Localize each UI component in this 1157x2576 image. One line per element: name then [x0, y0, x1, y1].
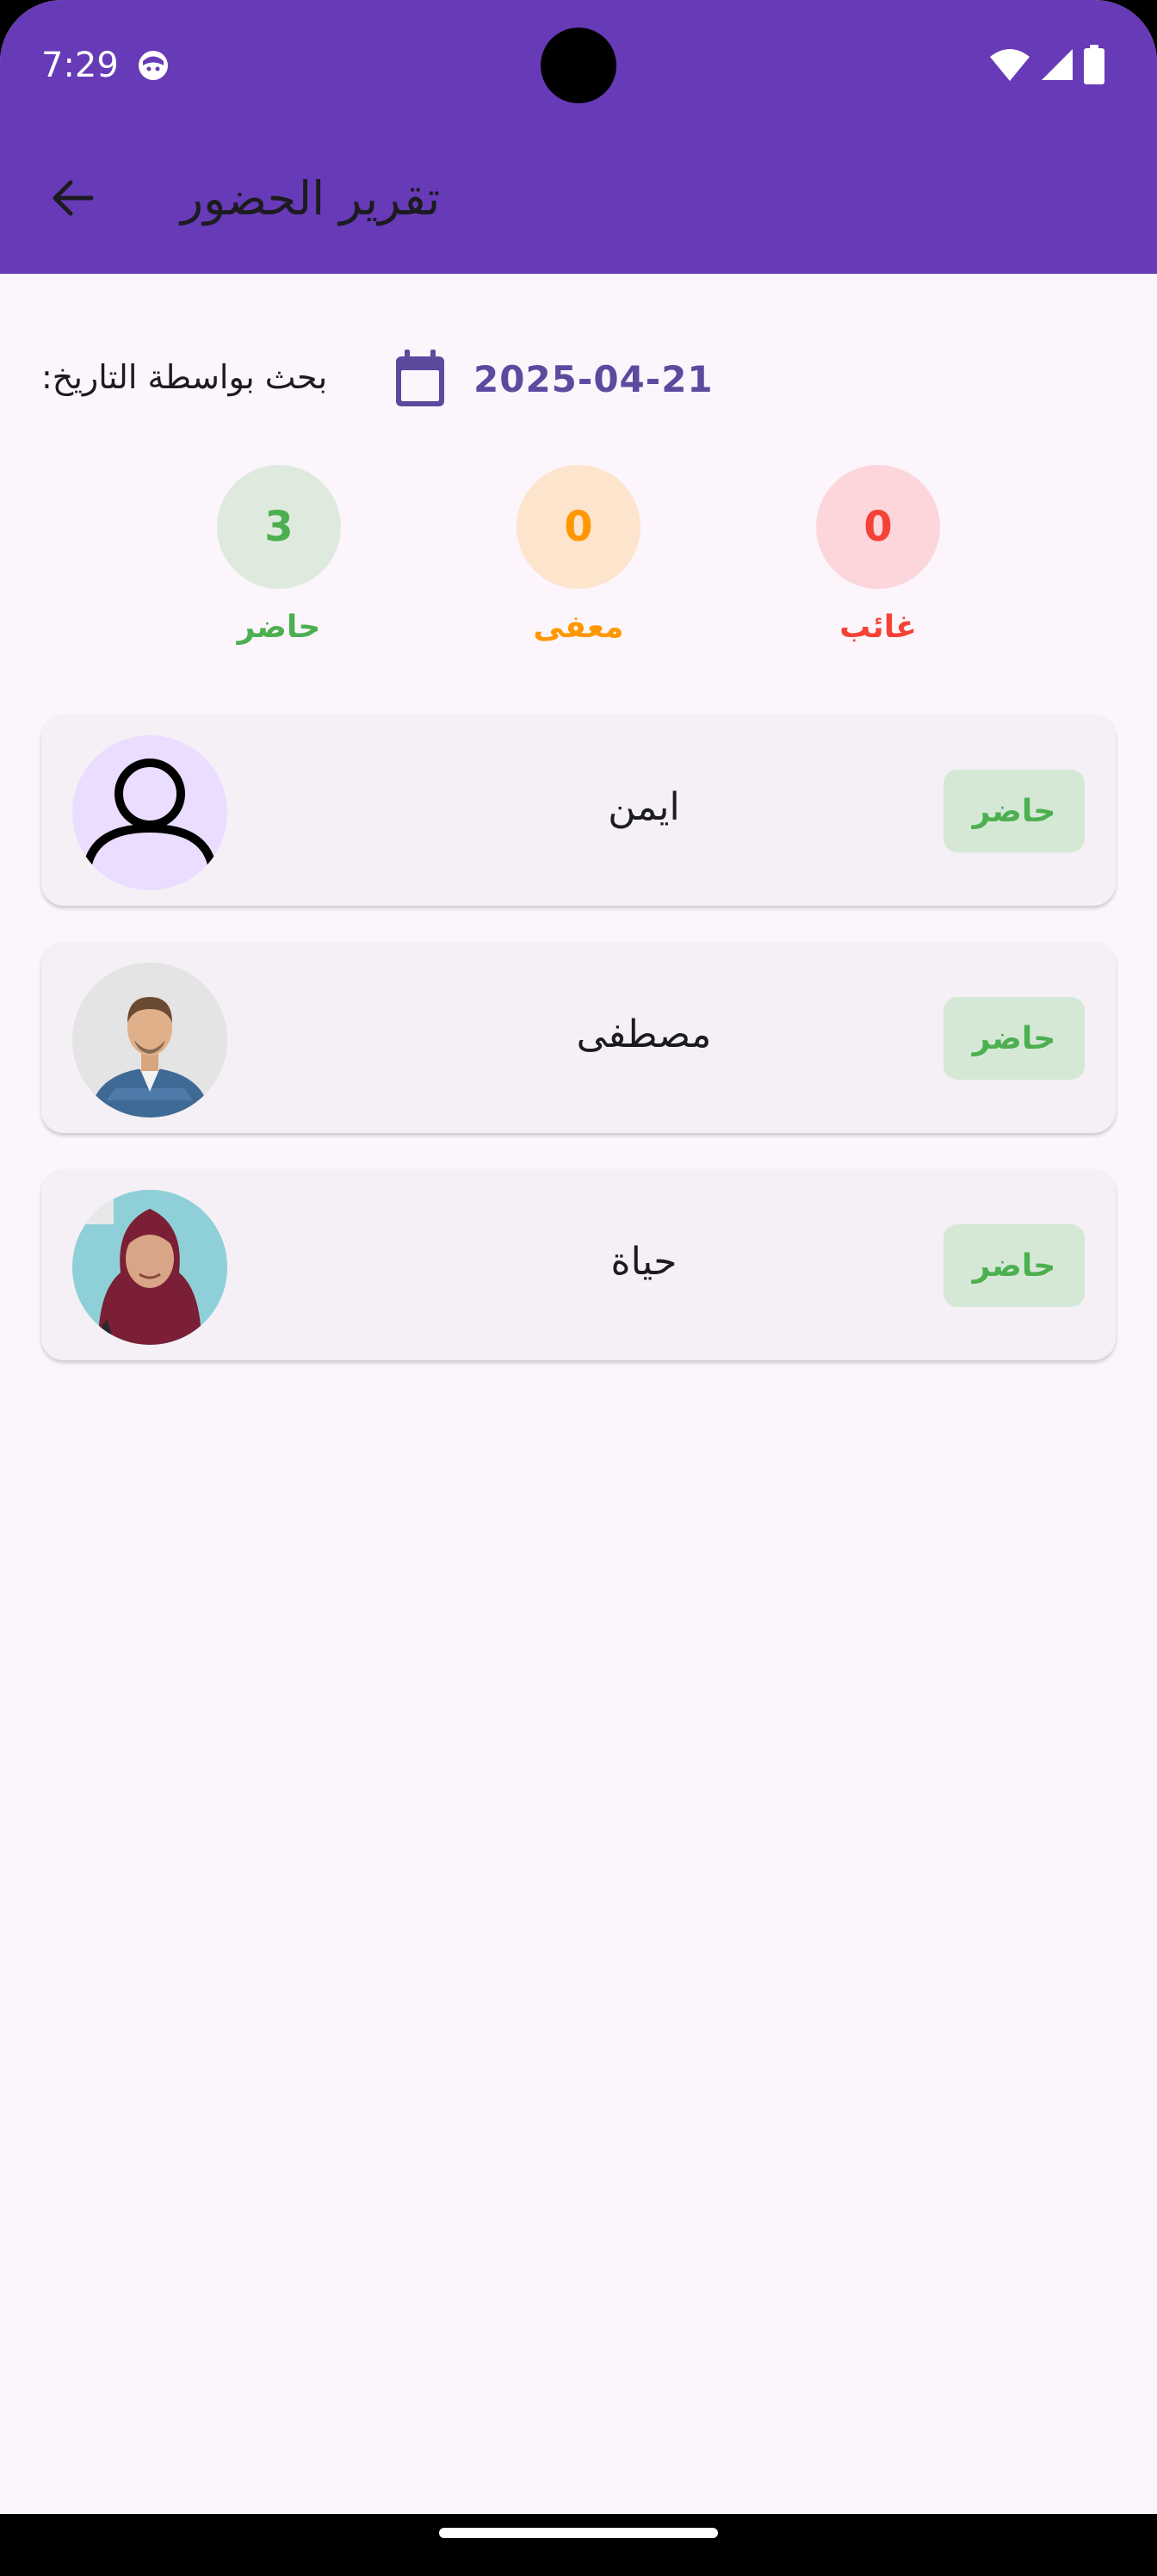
status-icons — [988, 43, 1105, 86]
arrow-back-icon — [53, 180, 94, 216]
excused-count: 0 — [517, 465, 640, 589]
avatar — [72, 735, 227, 890]
student-name: مصطفى — [576, 1012, 712, 1056]
search-by-date-label: بحث بواسطة التاريخ: — [41, 358, 328, 396]
avatar — [72, 1190, 227, 1345]
status-time: 7:29 — [41, 46, 119, 85]
selected-date: 2025-04-21 — [473, 357, 714, 400]
back-button[interactable] — [38, 164, 107, 232]
date-picker[interactable]: 2025-04-21 — [393, 344, 714, 413]
student-card[interactable]: مصطفى حاضر — [41, 942, 1116, 1133]
camera-cutout — [541, 28, 616, 103]
system-navigation-bar — [0, 2514, 1157, 2576]
summary-excused: 0 معفى — [492, 465, 665, 645]
wifi-icon — [990, 49, 1030, 81]
student-name: حياة — [610, 1240, 677, 1284]
man-photo-icon — [72, 963, 227, 1118]
status-badge[interactable]: حاضر — [944, 997, 1085, 1080]
person-icon — [84, 759, 216, 869]
avatar — [72, 963, 227, 1118]
status-badge[interactable]: حاضر — [944, 770, 1085, 852]
present-label: حاضر — [237, 610, 321, 645]
home-indicator[interactable] — [439, 2528, 718, 2538]
present-count: 3 — [217, 465, 341, 589]
absent-label: غائب — [839, 610, 917, 645]
attendance-report-screen: 7:29 تقرير الحضور بحث بواسطة التاريخ: 20… — [0, 0, 1157, 2576]
app-bar: 7:29 تقرير الحضور — [0, 0, 1157, 274]
excused-label: معفى — [533, 610, 624, 645]
status-badge[interactable]: حاضر — [944, 1224, 1085, 1307]
woman-hijab-photo-icon — [72, 1190, 227, 1345]
absent-count: 0 — [816, 465, 940, 589]
page-title: تقرير الحضور — [181, 171, 441, 226]
summary-present: 3 حاضر — [193, 465, 365, 645]
student-card[interactable]: ايمن حاضر — [41, 715, 1116, 906]
student-card[interactable]: حياة حاضر — [41, 1169, 1116, 1360]
battery-icon — [1084, 45, 1104, 84]
student-name: ايمن — [608, 785, 680, 829]
notification-app-icon — [136, 48, 170, 83]
calendar-icon — [396, 350, 444, 406]
cellular-signal-icon — [1042, 49, 1073, 80]
summary-absent: 0 غائب — [792, 465, 964, 645]
